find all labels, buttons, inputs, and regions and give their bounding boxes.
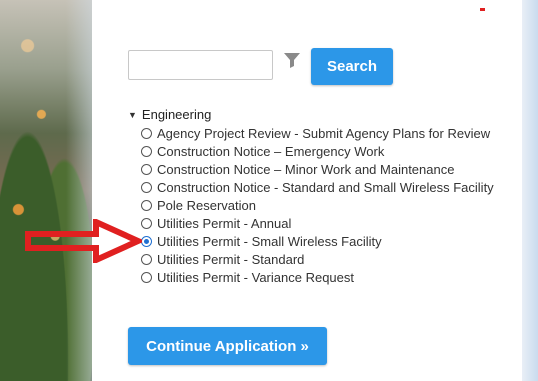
option-label: Utilities Permit - Small Wireless Facili… — [157, 233, 382, 249]
permit-option[interactable]: Agency Project Review - Submit Agency Pl… — [141, 124, 494, 142]
permit-option[interactable]: Pole Reservation — [141, 196, 494, 214]
option-label: Pole Reservation — [157, 197, 256, 213]
background-photo — [0, 0, 92, 381]
continue-application-button[interactable]: Continue Application » — [128, 327, 327, 365]
page-edge — [522, 0, 538, 381]
permit-option[interactable]: Construction Notice - Standard and Small… — [141, 178, 494, 196]
option-label: Utilities Permit - Annual — [157, 215, 292, 231]
option-label: Construction Notice – Minor Work and Mai… — [157, 161, 455, 177]
radio-button[interactable] — [141, 271, 152, 283]
engineering-group-header[interactable]: ▼ Engineering — [128, 107, 211, 122]
option-label: Utilities Permit - Standard — [157, 251, 305, 267]
radio-button[interactable] — [141, 253, 152, 265]
permit-option[interactable]: Utilities Permit - Small Wireless Facili… — [141, 232, 494, 250]
permit-option[interactable]: Utilities Permit - Variance Request — [141, 268, 494, 286]
radio-button[interactable] — [141, 163, 152, 175]
search-input[interactable] — [128, 50, 273, 80]
group-label: Engineering — [141, 107, 212, 122]
red-mark — [480, 8, 485, 11]
radio-button[interactable] — [141, 127, 152, 139]
option-label: Agency Project Review - Submit Agency Pl… — [157, 125, 491, 141]
option-label: Construction Notice – Emergency Work — [157, 143, 385, 159]
permit-option[interactable]: Utilities Permit - Standard — [141, 250, 494, 268]
radio-button[interactable] — [141, 235, 152, 247]
permit-option[interactable]: Utilities Permit - Annual — [141, 214, 494, 232]
search-button[interactable]: Search — [311, 48, 393, 85]
radio-button[interactable] — [141, 199, 152, 211]
caret-down-icon: ▼ — [128, 109, 137, 120]
filter-icon[interactable] — [283, 51, 301, 69]
option-label: Utilities Permit - Variance Request — [157, 269, 354, 285]
permit-option[interactable]: Construction Notice – Minor Work and Mai… — [141, 160, 494, 178]
permit-option[interactable]: Construction Notice – Emergency Work — [141, 142, 494, 160]
radio-button[interactable] — [141, 217, 152, 229]
red-arrow-annotation — [25, 219, 142, 263]
permit-options: Agency Project Review - Submit Agency Pl… — [141, 124, 494, 286]
radio-button[interactable] — [141, 181, 152, 193]
radio-button[interactable] — [141, 145, 152, 157]
option-label: Construction Notice - Standard and Small… — [157, 179, 494, 195]
